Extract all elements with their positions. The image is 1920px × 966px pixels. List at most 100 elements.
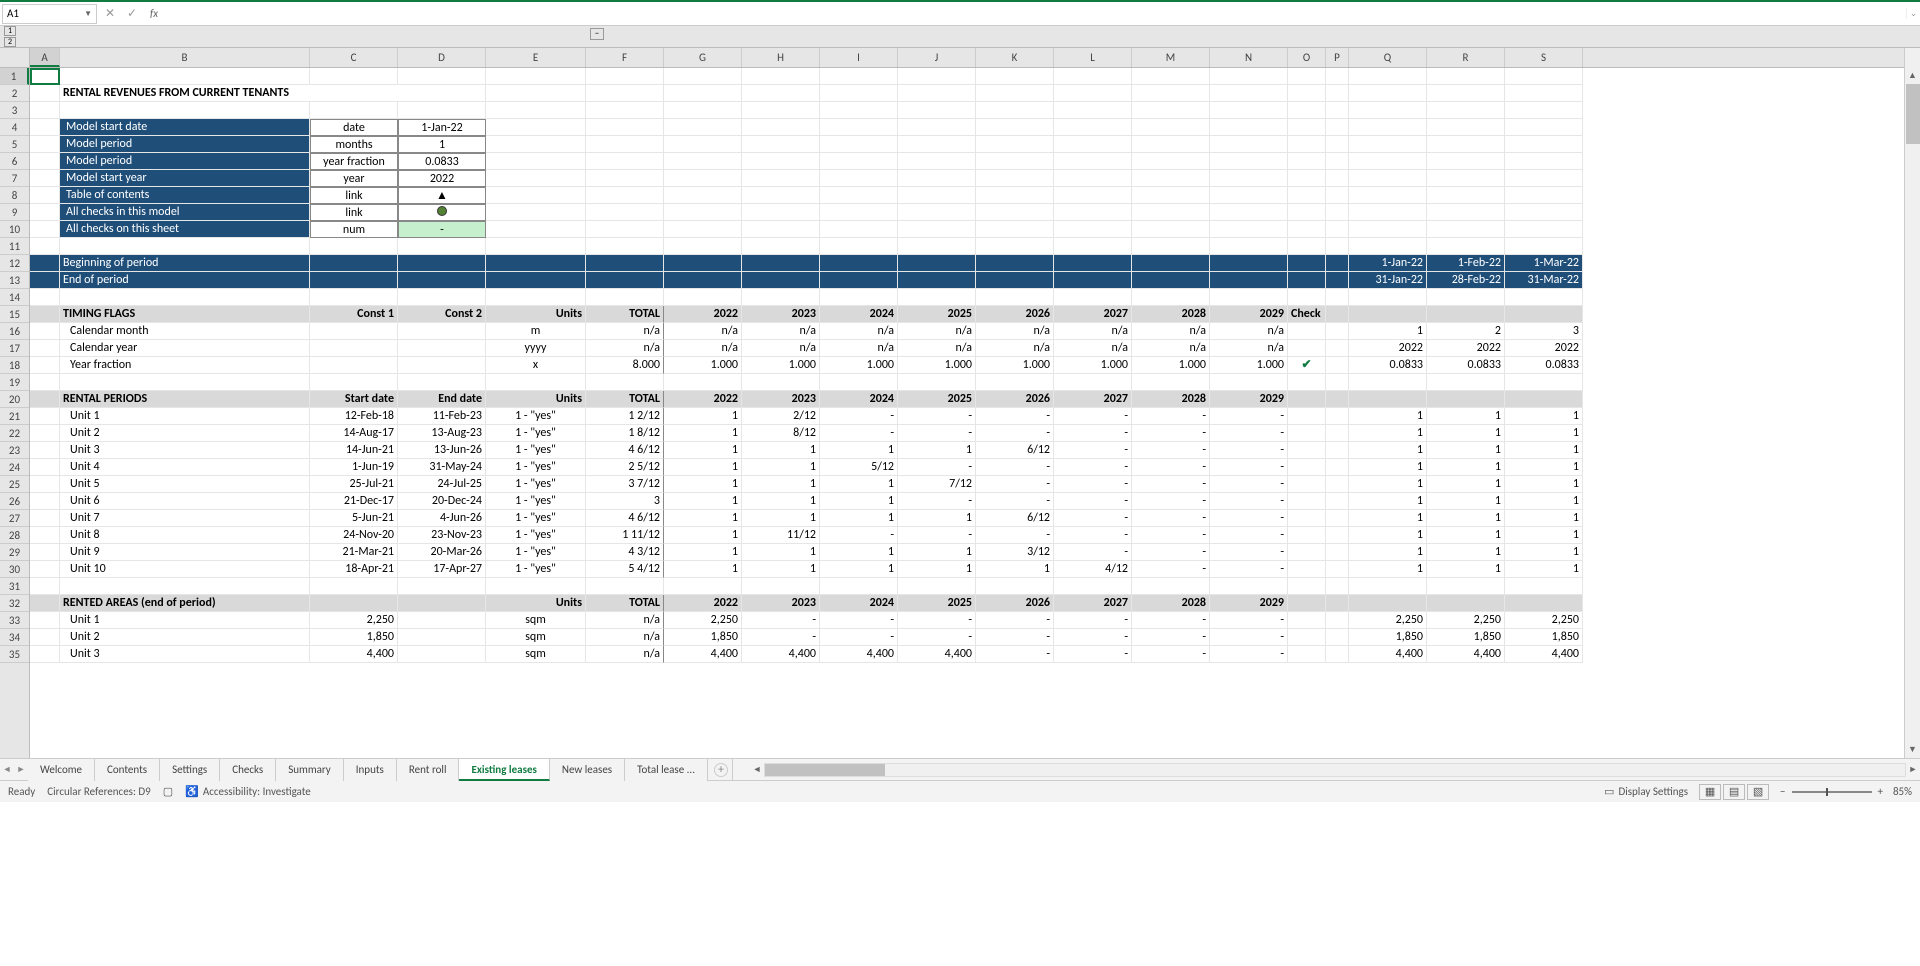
cell[interactable]: 17-Apr-27	[398, 561, 486, 578]
cell[interactable]	[1505, 170, 1583, 187]
cell[interactable]	[586, 255, 664, 272]
cell[interactable]	[976, 153, 1054, 170]
cell[interactable]: 4,400	[1427, 646, 1505, 663]
cell[interactable]	[898, 374, 976, 391]
cell[interactable]: -	[1054, 629, 1132, 646]
cell[interactable]	[1288, 170, 1326, 187]
cell[interactable]	[398, 646, 486, 663]
cell[interactable]	[30, 391, 60, 408]
cell[interactable]	[1505, 204, 1583, 221]
cell[interactable]: TOTAL	[586, 306, 664, 323]
cell[interactable]: -	[1132, 544, 1210, 561]
cell[interactable]	[1326, 119, 1349, 136]
row-header-1[interactable]: 1	[0, 68, 29, 85]
cell[interactable]	[586, 374, 664, 391]
column-header-H[interactable]: H	[742, 48, 820, 67]
row-header-19[interactable]: 19	[0, 374, 29, 391]
scroll-right-icon[interactable]: ►	[1906, 764, 1920, 775]
cell[interactable]: -	[898, 612, 976, 629]
sheet-tab-contents[interactable]: Contents	[95, 759, 160, 781]
cell[interactable]	[1326, 561, 1349, 578]
column-header-E[interactable]: E	[486, 48, 586, 67]
spreadsheet-grid[interactable]: RENTAL REVENUES FROM CURRENT TENANTSMode…	[30, 68, 1904, 758]
cell[interactable]: 1	[664, 544, 742, 561]
cell[interactable]: TIMING FLAGS	[60, 306, 310, 323]
cell[interactable]	[820, 85, 898, 102]
cell[interactable]: n/a	[976, 340, 1054, 357]
cell[interactable]: 1.000	[664, 357, 742, 374]
cell[interactable]: -	[976, 476, 1054, 493]
cell[interactable]: 4,400	[1505, 646, 1583, 663]
cell[interactable]: 8/12	[742, 425, 820, 442]
cell[interactable]	[1054, 289, 1132, 306]
cell[interactable]: ▲	[398, 187, 486, 204]
cell[interactable]	[30, 527, 60, 544]
cell[interactable]: 1	[742, 493, 820, 510]
cell[interactable]	[1132, 170, 1210, 187]
cell[interactable]: 13-Jun-26	[398, 442, 486, 459]
cell[interactable]	[898, 170, 976, 187]
row-header-23[interactable]: 23	[0, 442, 29, 459]
row-header-20[interactable]: 20	[0, 391, 29, 408]
cell[interactable]: 1	[1505, 510, 1583, 527]
cell[interactable]	[1210, 102, 1288, 119]
cell[interactable]	[820, 374, 898, 391]
cell[interactable]	[1210, 272, 1288, 289]
cell[interactable]	[586, 153, 664, 170]
view-page-layout-icon[interactable]: ▤	[1723, 784, 1745, 800]
cell[interactable]	[1288, 459, 1326, 476]
cell[interactable]	[1288, 204, 1326, 221]
cell[interactable]: 1	[898, 544, 976, 561]
cell[interactable]	[1326, 221, 1349, 238]
cell[interactable]	[1326, 238, 1349, 255]
row-header-16[interactable]: 16	[0, 323, 29, 340]
cell[interactable]	[820, 187, 898, 204]
cell[interactable]	[1427, 85, 1505, 102]
cell[interactable]: -	[898, 459, 976, 476]
cell[interactable]: 1	[1349, 408, 1427, 425]
outline-level-1[interactable]: 1	[4, 26, 16, 36]
name-box[interactable]: A1 ▼	[2, 4, 97, 24]
cell[interactable]: 2022	[1505, 340, 1583, 357]
cell[interactable]	[1505, 187, 1583, 204]
cell[interactable]: n/a	[664, 340, 742, 357]
cell[interactable]: link	[310, 187, 398, 204]
cell[interactable]	[898, 153, 976, 170]
cell[interactable]: 2022	[664, 595, 742, 612]
cell[interactable]	[898, 204, 976, 221]
cell[interactable]: 4 6/12	[586, 442, 664, 459]
cell[interactable]: 20-Mar-26	[398, 544, 486, 561]
cell[interactable]: Unit 3	[60, 646, 310, 663]
cell[interactable]: 1	[1427, 459, 1505, 476]
cell[interactable]: 31-Mar-22	[1505, 272, 1583, 289]
cell[interactable]	[1132, 289, 1210, 306]
column-header-O[interactable]: O	[1288, 48, 1326, 67]
cell[interactable]: -	[1054, 510, 1132, 527]
cell[interactable]: Unit 2	[60, 425, 310, 442]
cell[interactable]: year	[310, 170, 398, 187]
cell[interactable]: date	[310, 119, 398, 136]
cell[interactable]: 1-Mar-22	[1505, 255, 1583, 272]
cell[interactable]	[976, 119, 1054, 136]
cell[interactable]	[1427, 595, 1505, 612]
cell[interactable]	[30, 459, 60, 476]
cell[interactable]	[976, 221, 1054, 238]
cell[interactable]	[30, 544, 60, 561]
row-header-35[interactable]: 35	[0, 646, 29, 663]
column-header-I[interactable]: I	[820, 48, 898, 67]
cell[interactable]: -	[820, 629, 898, 646]
formula-expand-icon[interactable]: ⌄	[1906, 8, 1920, 19]
row-header-17[interactable]: 17	[0, 340, 29, 357]
cell[interactable]: 1.000	[820, 357, 898, 374]
cell[interactable]: 2026	[976, 306, 1054, 323]
cell[interactable]: 1	[664, 425, 742, 442]
row-header-25[interactable]: 25	[0, 476, 29, 493]
view-page-break-icon[interactable]: ▧	[1747, 784, 1769, 800]
add-sheet-button[interactable]: +	[714, 763, 728, 777]
cell[interactable]	[486, 170, 586, 187]
cell[interactable]	[1288, 238, 1326, 255]
tab-nav-next-icon[interactable]: ►	[14, 764, 28, 775]
cell[interactable]: Unit 5	[60, 476, 310, 493]
cell[interactable]: 2022	[1349, 340, 1427, 357]
cell[interactable]	[1132, 238, 1210, 255]
